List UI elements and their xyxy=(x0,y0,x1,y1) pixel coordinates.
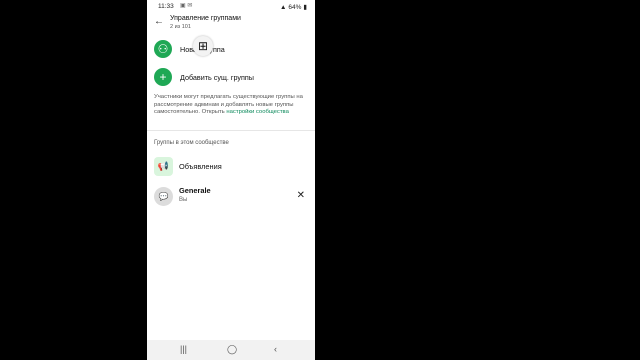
app-grid-icon[interactable]: ⊞ xyxy=(193,36,213,56)
add-existing-group-label: Добавить сущ. группы xyxy=(180,73,254,82)
back-nav-icon[interactable]: ‹ xyxy=(274,344,277,354)
notification-icons: ▣ ✉ xyxy=(180,3,193,9)
close-icon[interactable]: ✕ xyxy=(297,190,305,201)
community-settings-link[interactable]: настройки сообщества xyxy=(226,109,289,115)
recent-apps-icon[interactable]: ||| xyxy=(180,344,187,354)
status-bar: 11:33 ▣ ✉ ▲ 64% ▮ xyxy=(147,0,315,13)
group-name: Объявления xyxy=(179,162,222,171)
group-name: Generale xyxy=(179,186,211,195)
divider xyxy=(147,130,315,131)
page-title: Управление группами xyxy=(170,15,241,22)
section-title: Группы в этом сообществе xyxy=(154,140,229,146)
battery-percent: 64% xyxy=(288,3,302,11)
signal-icon: ▲ xyxy=(279,3,287,11)
app-bar: ← Управление группами 2 из 101 xyxy=(147,13,315,37)
status-right: ▲ 64% ▮ xyxy=(279,3,307,12)
new-group-row[interactable]: ⚇ Новая группа xyxy=(147,40,315,62)
page-subtitle: 2 из 101 xyxy=(170,24,191,30)
group-subtitle: Вы xyxy=(179,197,188,203)
group-add-icon: ⚇ xyxy=(154,40,172,58)
phone-screen: 11:33 ▣ ✉ ▲ 64% ▮ ← Управление группами … xyxy=(147,0,315,360)
chat-bubble-icon: 💬 xyxy=(154,187,173,206)
battery-icon: ▮ xyxy=(303,4,307,11)
add-existing-group-row[interactable]: + Добавить сущ. группы xyxy=(147,68,315,90)
status-time: 11:33 xyxy=(158,3,174,10)
plus-icon: + xyxy=(154,68,172,86)
megaphone-icon: 📢 xyxy=(154,157,173,176)
system-nav-bar: ||| ◯ ‹ xyxy=(147,340,315,360)
home-icon[interactable]: ◯ xyxy=(227,344,237,355)
info-text: Участники могут предлагать существующие … xyxy=(154,94,311,117)
back-arrow-icon[interactable]: ← xyxy=(154,16,164,27)
